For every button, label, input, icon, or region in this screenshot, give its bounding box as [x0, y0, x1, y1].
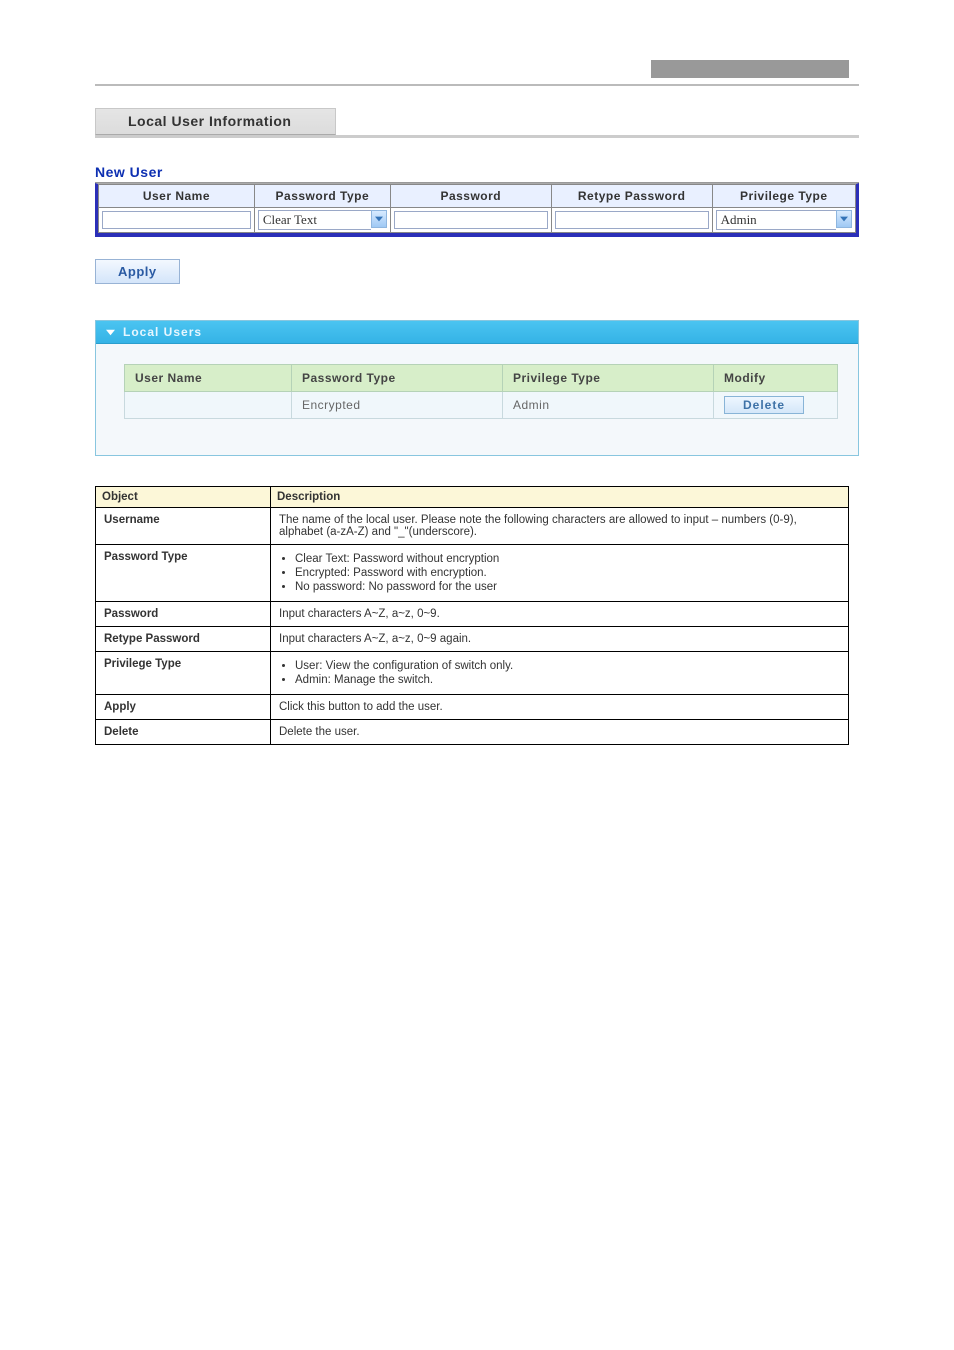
list-item: Encrypted: Password with encryption. — [295, 567, 840, 579]
privilege-type-select[interactable]: Admin — [716, 210, 852, 230]
list-item: Clear Text: Password without encryption — [295, 553, 840, 565]
chevron-down-icon[interactable] — [371, 210, 387, 228]
desc-value: The name of the local user. Please note … — [271, 508, 849, 545]
newuser-th-privilege: Privilege Type — [712, 185, 855, 208]
list-item: Admin: Manage the switch. — [295, 674, 840, 686]
desc-label: Retype Password — [96, 627, 271, 652]
newuser-table: User Name Password Type Password Retype … — [98, 184, 856, 233]
lu-th-password-type: Password Type — [292, 365, 503, 392]
local-users-panel: Local Users User Name Password Type Priv… — [95, 320, 859, 456]
list-item: User: View the configuration of switch o… — [295, 660, 840, 672]
desc-h-object: Object — [96, 487, 271, 508]
desc-label: Password — [96, 602, 271, 627]
lu-cell-username — [125, 392, 292, 419]
newuser-table-wrap: User Name Password Type Password Retype … — [95, 183, 859, 237]
header-right-strip — [651, 60, 849, 78]
desc-label: Apply — [96, 695, 271, 720]
section-title-block: Local User Information — [95, 108, 336, 135]
table-row: Encrypted Admin Delete — [125, 392, 838, 419]
retype-password-input[interactable] — [555, 211, 709, 229]
desc-value: Delete the user. — [271, 720, 849, 745]
desc-label: Delete — [96, 720, 271, 745]
desc-value: Clear Text: Password without encryption … — [271, 545, 849, 602]
local-users-header[interactable]: Local Users — [96, 321, 858, 344]
desc-label: Privilege Type — [96, 652, 271, 695]
desc-label: Password Type — [96, 545, 271, 602]
lu-th-username: User Name — [125, 365, 292, 392]
description-table: Object Description Username The name of … — [95, 486, 849, 745]
newuser-th-retype: Retype Password — [551, 185, 712, 208]
desc-h-description: Description — [271, 487, 849, 508]
chevron-down-icon[interactable] — [836, 210, 852, 228]
local-users-title: Local Users — [123, 325, 202, 339]
section-underline — [95, 135, 859, 138]
privilege-type-value: Admin — [716, 210, 836, 230]
apply-button[interactable]: Apply — [95, 259, 180, 284]
list-item: No password: No password for the user — [295, 581, 840, 593]
desc-value: User: View the configuration of switch o… — [271, 652, 849, 695]
password-type-select[interactable]: Clear Text — [258, 210, 387, 230]
delete-button[interactable]: Delete — [724, 396, 804, 414]
lu-th-privilege: Privilege Type — [503, 365, 714, 392]
password-type-value: Clear Text — [258, 210, 371, 230]
newuser-title: New User — [95, 164, 859, 180]
lu-th-modify: Modify — [714, 365, 838, 392]
newuser-th-password: Password — [390, 185, 551, 208]
newuser-th-username: User Name — [99, 185, 255, 208]
desc-label: Username — [96, 508, 271, 545]
local-users-table: User Name Password Type Privilege Type M… — [124, 364, 838, 419]
desc-value: Input characters A~Z, a~z, 0~9. — [271, 602, 849, 627]
desc-value: Input characters A~Z, a~z, 0~9 again. — [271, 627, 849, 652]
section-title: Local User Information — [128, 113, 291, 129]
newuser-th-password-type: Password Type — [254, 185, 390, 208]
lu-cell-password-type: Encrypted — [292, 392, 503, 419]
chevron-down-icon — [106, 324, 115, 339]
username-input[interactable] — [102, 211, 251, 229]
lu-cell-privilege: Admin — [503, 392, 714, 419]
password-input[interactable] — [394, 211, 548, 229]
desc-value: Click this button to add the user. — [271, 695, 849, 720]
